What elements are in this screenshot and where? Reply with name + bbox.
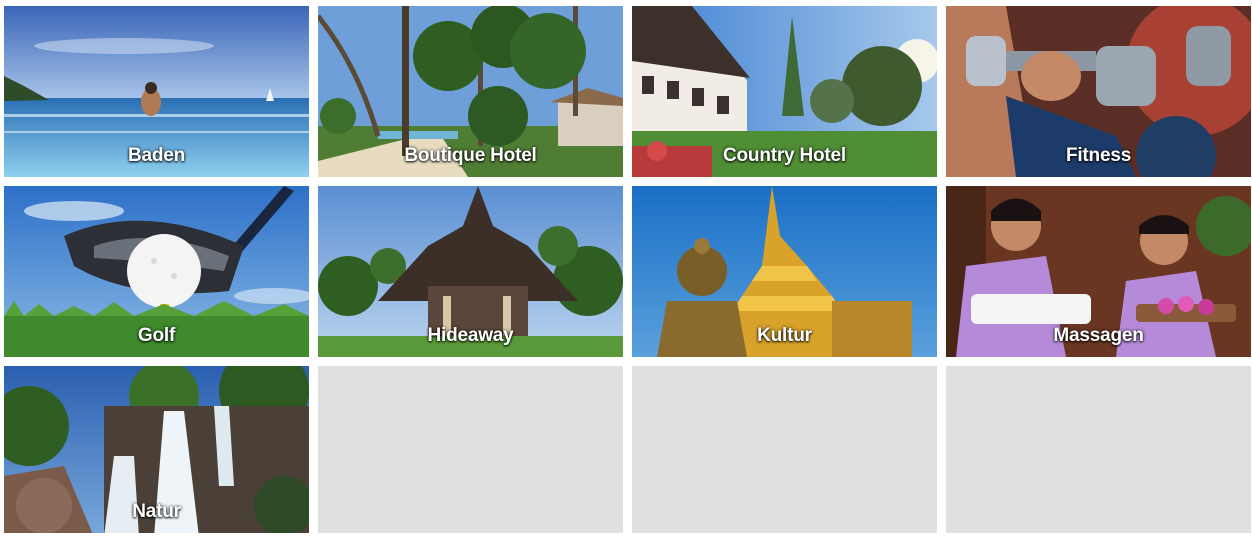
- tile-label: Baden: [127, 145, 186, 166]
- tile-label: Country Hotel: [722, 145, 846, 166]
- placeholder-tile: [318, 366, 623, 533]
- tile-baden[interactable]: Baden: [4, 6, 309, 177]
- placeholder-tile: [632, 366, 937, 533]
- tile-label: Massagen: [1053, 325, 1144, 346]
- tile-label: Natur: [132, 501, 181, 522]
- tile-golf[interactable]: Golf: [4, 186, 309, 357]
- placeholder-tile: [946, 366, 1251, 533]
- tile-label: Fitness: [1065, 145, 1132, 166]
- tile-natur[interactable]: Natur: [4, 366, 309, 533]
- tile-label: Boutique Hotel: [404, 145, 537, 166]
- tile-boutique-hotel[interactable]: Boutique Hotel: [318, 6, 623, 177]
- tile-label: Golf: [137, 325, 176, 346]
- category-grid: Baden Boutique Hotel Country Hotel Fitne…: [4, 6, 1251, 533]
- tile-country-hotel[interactable]: Country Hotel: [632, 6, 937, 177]
- tile-hideaway[interactable]: Hideaway: [318, 186, 623, 357]
- tile-label: Kultur: [757, 325, 812, 346]
- tile-label: Hideaway: [427, 325, 514, 346]
- tile-kultur[interactable]: Kultur: [632, 186, 937, 357]
- tile-massagen[interactable]: Massagen: [946, 186, 1251, 357]
- tile-fitness[interactable]: Fitness: [946, 6, 1251, 177]
